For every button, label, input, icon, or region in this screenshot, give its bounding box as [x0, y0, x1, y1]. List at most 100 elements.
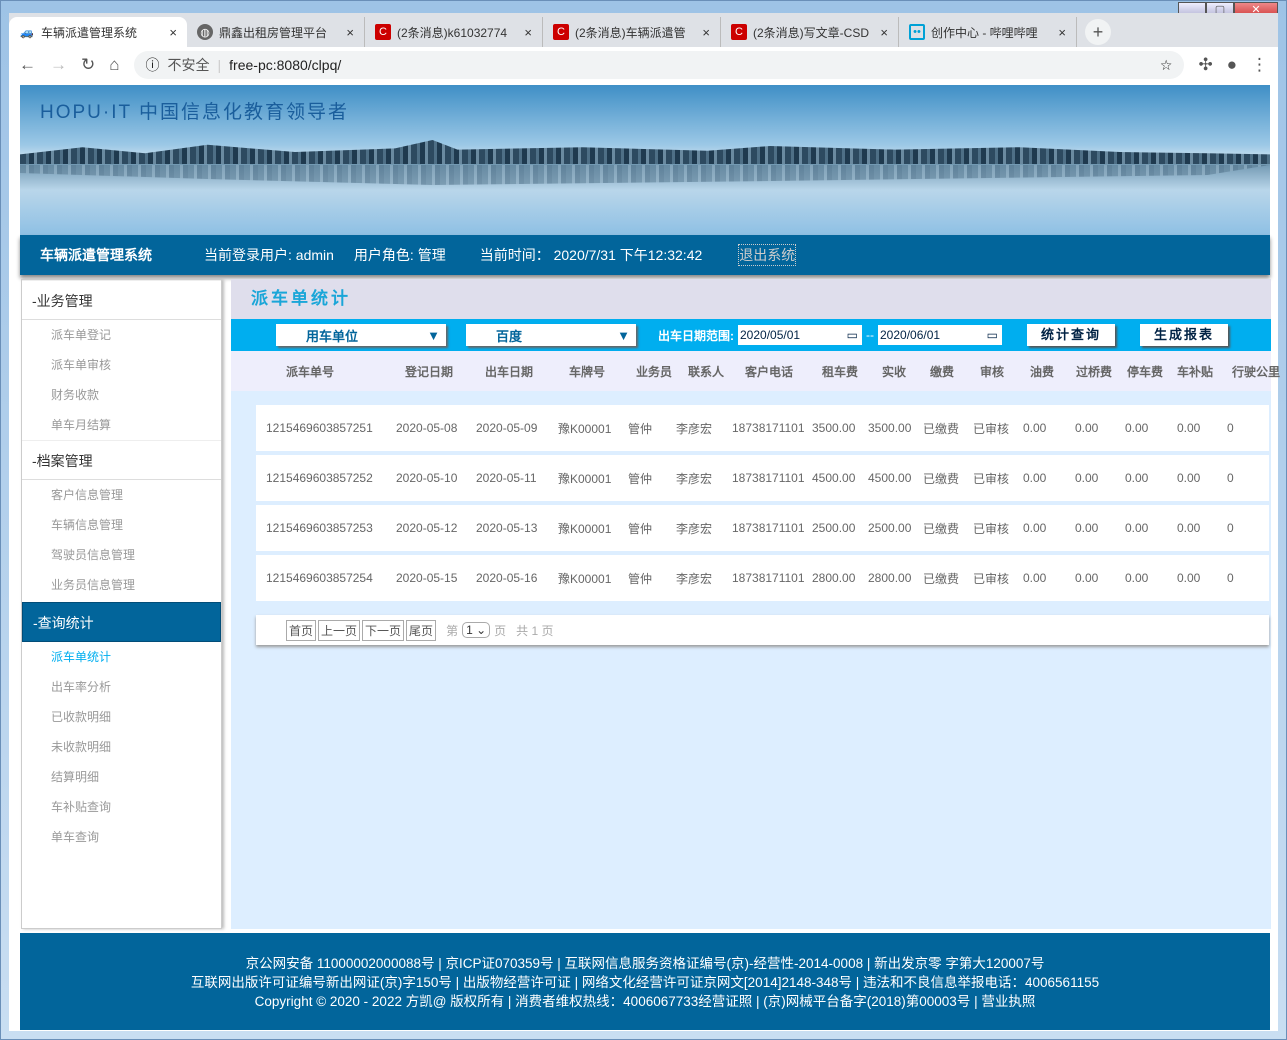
first-page-button[interactable]: 首页	[286, 619, 317, 641]
star-icon[interactable]: ☆	[1160, 57, 1173, 74]
banner-title: HOPU·IT 中国信息化教育领导者	[40, 102, 350, 123]
sidebar-item[interactable]: 财务收款	[22, 380, 221, 410]
sidebar-item[interactable]: 已收款明细	[22, 702, 221, 732]
next-page-button[interactable]: 下一页	[362, 619, 405, 641]
date-to-input[interactable]: 2020/06/01 ▭	[878, 325, 1002, 345]
table-row[interactable]: 1215469603857252 2020-05-10 2020-05-11 豫K00…	[256, 455, 1269, 501]
table-cell: 已缴费	[923, 521, 960, 536]
menu-icon[interactable]: ⋮	[1251, 55, 1268, 75]
sidebar-item[interactable]: 车补贴查询	[22, 792, 221, 822]
date-range-label: 出车日期范围:	[658, 328, 734, 343]
table-cell: 0.00	[1177, 471, 1201, 485]
table-cell: 管仲	[628, 521, 653, 536]
table-cell: 2020-05-08	[396, 421, 458, 435]
sidebar-item[interactable]: 未收款明细	[22, 732, 221, 762]
tab-csdn-2[interactable]: C (2条消息)车辆派遣管 ×	[543, 17, 721, 47]
extensions-icon[interactable]: ✣	[1198, 55, 1212, 75]
footer-line: Copyright © 2020 - 2022 方凯@ 版权所有 | 消费者维权…	[254, 994, 1036, 1009]
sidebar-item[interactable]: 车辆信息管理	[22, 510, 221, 540]
table-row[interactable]: 1215469603857251 2020-05-08 2020-05-09 豫K00…	[256, 405, 1269, 451]
close-tab-icon[interactable]: ×	[169, 25, 177, 40]
tab-csdn-1[interactable]: C (2条消息)k61032774 ×	[365, 17, 543, 47]
table-cell: 1215469603857253	[266, 521, 373, 535]
table-cell: 18738171101	[732, 571, 805, 585]
tab-vehicle-system[interactable]: 🚙 车辆派遣管理系统 ×	[9, 17, 187, 47]
table-cell: 0.00	[1177, 571, 1201, 585]
sidebar-item[interactable]: 客户信息管理	[22, 480, 221, 510]
table-cell: 0.00	[1177, 421, 1201, 435]
table-cell: 豫K00001	[558, 521, 612, 536]
sidebar-group-business[interactable]: -业务管理	[22, 280, 221, 320]
table-cell: 2020-05-13	[476, 521, 538, 535]
table-row[interactable]: 1215469603857254 2020-05-15 2020-05-16 豫K00…	[256, 555, 1269, 601]
back-icon[interactable]: ←	[19, 55, 36, 75]
unit-value-select[interactable]: 百度 ▼	[466, 324, 636, 346]
new-tab-button[interactable]: +	[1085, 19, 1111, 45]
filter-bar: 用车单位 ▼ 百度 ▼ 出车日期范围: 2020/05/01 ▭ -- 2020/06…	[231, 319, 1271, 351]
table-cell: 0	[1227, 471, 1234, 485]
close-tab-icon[interactable]: ×	[524, 25, 532, 40]
tab-strip: 🚙 车辆派遣管理系统 × ◍ 鼎鑫出租房管理平台 × C (2条消息)k61032774 ×…	[9, 13, 1278, 47]
last-page-button[interactable]: 尾页	[406, 619, 437, 641]
skyline-reflection	[20, 165, 1270, 185]
table-cell: 2020-05-09	[476, 421, 538, 435]
calendar-icon[interactable]: ▭	[987, 328, 998, 342]
table-cell: 豫K00001	[558, 471, 612, 486]
calendar-icon[interactable]: ▭	[847, 328, 858, 342]
table-cell: 0.00	[1125, 471, 1149, 485]
sidebar-item-active[interactable]: 派车单统计	[22, 642, 221, 672]
top-nav: 车辆派遣管理系统 当前登录用户: admin 用户角色: 管理 当前时间： 20…	[20, 235, 1270, 275]
column-header: 油费	[1029, 364, 1054, 379]
table-cell: 0.00	[1075, 571, 1099, 585]
date-separator: --	[866, 328, 874, 342]
table-cell: 1215469603857254	[266, 571, 373, 585]
profile-icon[interactable]: ●	[1227, 55, 1237, 75]
home-icon[interactable]: ⌂	[109, 55, 119, 75]
csdn-icon: C	[375, 24, 391, 40]
sidebar-item[interactable]: 单车月结算	[22, 410, 221, 440]
sidebar-item[interactable]: 出车率分析	[22, 672, 221, 702]
bilibili-icon: ••	[909, 24, 925, 40]
column-header: 客户电话	[744, 364, 793, 379]
table-cell: 管仲	[628, 421, 653, 436]
sidebar-group-query[interactable]: -查询统计	[22, 602, 221, 642]
tab-csdn-3[interactable]: C (2条消息)写文章-CSD ×	[721, 17, 899, 47]
sidebar-item[interactable]: 派车单审核	[22, 350, 221, 380]
sidebar-item[interactable]: 驾驶员信息管理	[22, 540, 221, 570]
sidebar-group-archives[interactable]: -档案管理	[22, 440, 221, 480]
table-cell: 已缴费	[923, 571, 960, 586]
close-tab-icon[interactable]: ×	[346, 25, 354, 40]
forward-icon[interactable]: →	[50, 55, 67, 75]
tab-rental[interactable]: ◍ 鼎鑫出租房管理平台 ×	[187, 17, 365, 47]
close-tab-icon[interactable]: ×	[1058, 25, 1066, 40]
table-cell: 已审核	[973, 571, 1010, 586]
column-header: 行驶公里	[1231, 364, 1280, 379]
reload-icon[interactable]: ↻	[81, 55, 95, 75]
sidebar-item[interactable]: 业务员信息管理	[22, 570, 221, 600]
page-select[interactable]: 1 ⌄	[462, 622, 491, 638]
address-bar[interactable]: ⓘ 不安全 | free-pc:8080/clpq/☆	[133, 51, 1185, 79]
url-text[interactable]: free-pc:8080/clpq/	[229, 57, 341, 73]
tab-bilibili[interactable]: •• 创作中心 - 哔哩哔哩 ×	[899, 17, 1077, 47]
table-cell: 李彦宏	[676, 521, 713, 536]
query-button[interactable]: 统计查询	[1027, 324, 1116, 346]
unit-type-select[interactable]: 用车单位 ▼	[276, 324, 446, 346]
prev-page-button[interactable]: 上一页	[318, 619, 361, 641]
page-prefix: 第	[446, 623, 459, 638]
date-from-input[interactable]: 2020/05/01 ▭	[738, 325, 862, 345]
table-cell: 0.00	[1125, 421, 1149, 435]
security-label: 不安全	[167, 57, 210, 73]
table-row[interactable]: 1215469603857253 2020-05-12 2020-05-13 豫K00…	[256, 505, 1269, 551]
skyline-image	[20, 140, 1270, 164]
close-tab-icon[interactable]: ×	[880, 25, 888, 40]
generate-report-button[interactable]: 生成报表	[1140, 324, 1229, 346]
close-tab-icon[interactable]: ×	[702, 25, 710, 40]
csdn-icon: C	[553, 24, 569, 40]
table-cell: 4500.00	[812, 471, 856, 485]
table-cell: 2020-05-12	[396, 521, 458, 535]
sidebar-item[interactable]: 派车单登记	[22, 320, 221, 350]
sidebar-item[interactable]: 单车查询	[22, 822, 221, 852]
tab-label: 车辆派遣管理系统	[41, 25, 138, 40]
logout-link[interactable]: 退出系统	[738, 244, 797, 266]
sidebar-item[interactable]: 结算明细	[22, 762, 221, 792]
